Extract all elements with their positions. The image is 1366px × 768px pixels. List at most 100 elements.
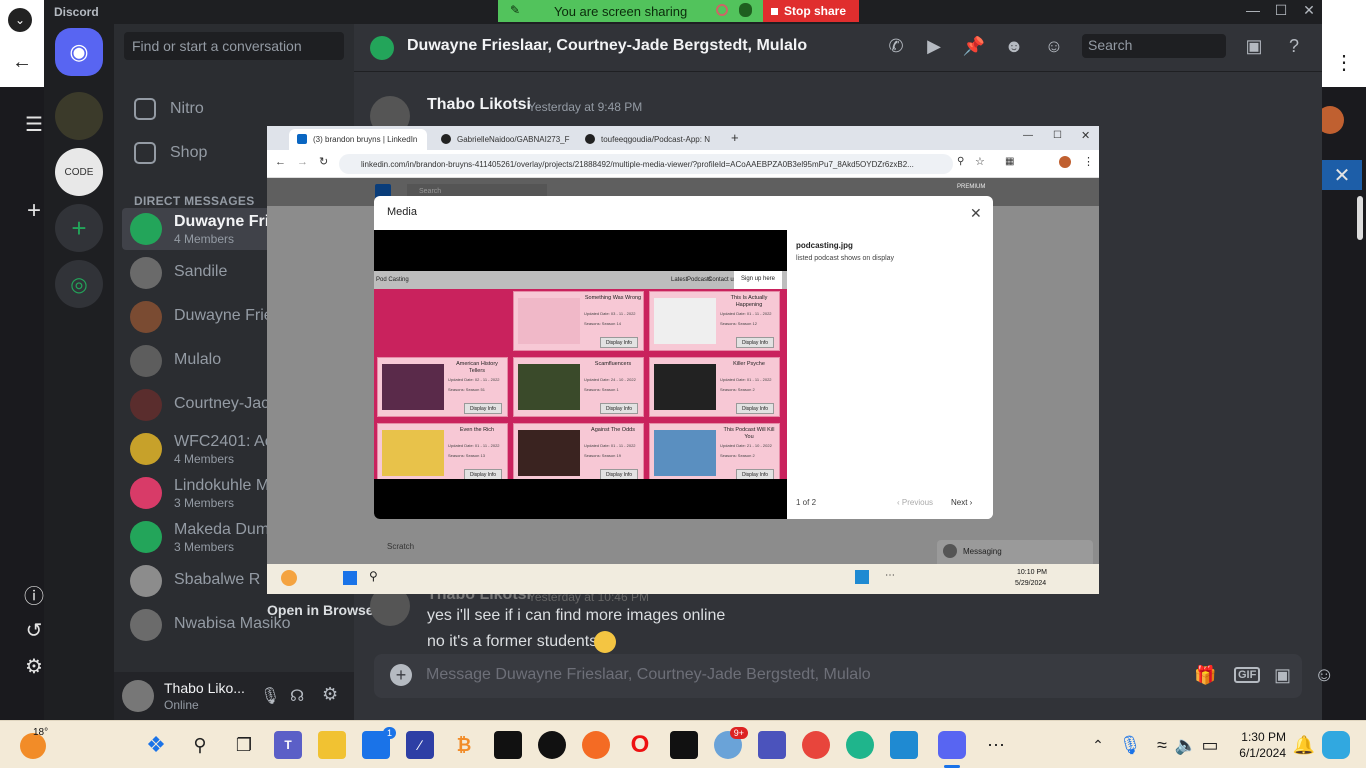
battery-icon[interactable]: ▭ bbox=[1196, 731, 1224, 759]
nav-nitro[interactable]: Nitro bbox=[134, 98, 204, 120]
start-icon[interactable]: ❖ bbox=[142, 731, 170, 759]
browser-minimize-button[interactable]: — bbox=[1023, 130, 1033, 141]
stop-share-button[interactable]: Stop share bbox=[763, 0, 859, 22]
close-panel-icon[interactable]: ✕ bbox=[1322, 160, 1362, 190]
browser-close-button[interactable]: ✕ bbox=[1081, 129, 1090, 142]
sticker-icon[interactable]: ▣ bbox=[1274, 665, 1291, 686]
open-in-browser-label[interactable]: Open in Browser bbox=[267, 602, 379, 618]
edge-icon[interactable] bbox=[846, 731, 874, 759]
copilot-icon[interactable] bbox=[1322, 731, 1350, 759]
forward-icon[interactable]: → bbox=[297, 156, 308, 168]
tray-chevron-icon[interactable]: ⌃ bbox=[1084, 731, 1112, 759]
task-view-icon[interactable]: ❐ bbox=[230, 731, 258, 759]
opera-icon[interactable]: O bbox=[626, 731, 654, 759]
back-arrow-icon[interactable]: ← bbox=[10, 50, 34, 74]
maximize-button[interactable]: ☐ bbox=[1267, 2, 1295, 22]
linkedin-messaging-bar[interactable]: Messaging bbox=[937, 540, 1093, 564]
video-icon[interactable]: ▶ bbox=[922, 36, 946, 60]
podcast-brand: Pod Casting bbox=[376, 277, 409, 283]
more-vertical-icon[interactable]: ⋮ bbox=[1332, 50, 1356, 74]
inner-start-icon[interactable] bbox=[343, 571, 357, 585]
inner-search-icon[interactable]: ⚲ bbox=[369, 569, 378, 583]
extensions-icon[interactable]: ▦ bbox=[1005, 156, 1014, 167]
browser-tab-github-1[interactable]: GabrielleNaidoo/GABNAI273_F bbox=[433, 129, 571, 150]
settings-icon[interactable]: ⚙ bbox=[22, 654, 46, 678]
chevron-down-icon[interactable]: ⌄ bbox=[8, 8, 32, 32]
weather-widget[interactable]: 18° bbox=[20, 727, 48, 759]
members-icon[interactable]: ☺ bbox=[1042, 36, 1066, 60]
headphones-icon[interactable]: ☊ bbox=[290, 686, 304, 706]
inner-more-icon[interactable]: ⋯ bbox=[885, 570, 895, 581]
reload-icon[interactable]: ↻ bbox=[319, 155, 328, 168]
bitcoin-icon[interactable]: ₿ bbox=[450, 731, 478, 759]
editor-icon[interactable]: ∕ bbox=[406, 731, 434, 759]
message-composer[interactable]: + Message Duwayne Frieslaar, Courtney-Ja… bbox=[374, 654, 1334, 698]
mic-icon[interactable]: 🎙 bbox=[260, 686, 280, 706]
discord-home-icon[interactable]: ◉ bbox=[55, 28, 103, 76]
nav-shop[interactable]: Shop bbox=[134, 142, 207, 164]
inner-vscode-icon[interactable] bbox=[855, 570, 869, 584]
previous-button[interactable]: ‹ Previous bbox=[897, 498, 933, 507]
gift-icon[interactable]: 🎁 bbox=[1194, 665, 1216, 686]
file-explorer-icon[interactable] bbox=[318, 731, 346, 759]
user-avatar[interactable] bbox=[122, 680, 154, 712]
browser-tab-linkedin[interactable]: (3) brandon bruyns | LinkedIn bbox=[289, 129, 427, 150]
browser-menu-icon[interactable]: ⋮ bbox=[1083, 155, 1094, 168]
close-button[interactable]: ✕ bbox=[1295, 2, 1323, 22]
bookmark-star-icon[interactable]: ☆ bbox=[975, 155, 985, 168]
new-tab-icon[interactable]: + bbox=[731, 130, 739, 145]
browser-tab-github-2[interactable]: toufeeqgoudia/Podcast-App: N bbox=[577, 129, 725, 150]
teams-new-icon[interactable] bbox=[758, 731, 786, 759]
clock[interactable]: 1:30 PM 6/1/2024 bbox=[1226, 729, 1286, 761]
notification-bell-icon[interactable]: 🔔 bbox=[1290, 731, 1318, 759]
more-apps-icon[interactable]: ⋯ bbox=[982, 731, 1010, 759]
history-icon[interactable]: ↺ bbox=[22, 618, 46, 642]
scrollbar[interactable] bbox=[1357, 196, 1363, 240]
message-author[interactable]: Thabo Likotsi bbox=[427, 96, 531, 114]
browser-maximize-button[interactable]: ☐ bbox=[1053, 130, 1062, 141]
vscode-icon[interactable] bbox=[890, 731, 918, 759]
server-icon-code[interactable]: CODE bbox=[55, 148, 103, 196]
emoji-icon[interactable]: ☺ bbox=[1314, 664, 1334, 687]
pause-icon[interactable] bbox=[716, 4, 728, 16]
grin-emoji-icon bbox=[594, 631, 616, 653]
terminal-icon[interactable] bbox=[670, 731, 698, 759]
help-circle-icon[interactable]: ? bbox=[1282, 36, 1306, 60]
minimize-button[interactable]: — bbox=[1239, 2, 1267, 22]
search-icon[interactable]: ⚲ bbox=[186, 731, 214, 759]
store-icon[interactable]: 1 bbox=[362, 727, 396, 759]
add-icon[interactable]: + bbox=[22, 197, 46, 224]
gif-icon[interactable]: GIF bbox=[1234, 667, 1261, 683]
attach-plus-icon[interactable]: + bbox=[390, 664, 412, 686]
next-button[interactable]: Next › bbox=[951, 498, 972, 507]
firefox-icon[interactable] bbox=[582, 731, 610, 759]
linkedin-premium-label[interactable]: PREMIUM bbox=[957, 184, 985, 190]
pencil-icon[interactable]: ✎ bbox=[510, 3, 520, 17]
discord-taskbar-icon[interactable] bbox=[938, 731, 966, 759]
podcast-card: This Is Actually Happening Updated Date: … bbox=[649, 291, 780, 351]
chrome-icon[interactable] bbox=[802, 731, 830, 759]
teams-icon[interactable]: T bbox=[274, 731, 302, 759]
add-server-icon[interactable]: + bbox=[55, 204, 103, 252]
inbox-icon[interactable]: ▣ bbox=[1242, 36, 1266, 60]
add-member-icon[interactable]: ☻ bbox=[1002, 36, 1026, 60]
menu-icon[interactable]: ☰ bbox=[22, 112, 46, 136]
back-icon[interactable]: ← bbox=[275, 156, 286, 168]
figma-icon[interactable] bbox=[494, 731, 522, 759]
modal-close-icon[interactable]: ✕ bbox=[970, 205, 982, 222]
inner-weather-icon[interactable] bbox=[281, 570, 297, 586]
zoom-icon[interactable]: ⚲ bbox=[957, 156, 964, 167]
call-icon[interactable]: ✆ bbox=[884, 36, 908, 60]
microphone-icon[interactable]: 🎙 bbox=[1116, 731, 1144, 759]
header-search-input[interactable]: Search bbox=[1082, 34, 1226, 58]
help-icon[interactable]: ⓘ bbox=[22, 582, 46, 608]
pin-icon[interactable]: 📌 bbox=[962, 36, 986, 60]
explore-icon[interactable]: ◎ bbox=[55, 260, 103, 308]
url-input[interactable]: linkedin.com/in/brandon-bruyns-411405261… bbox=[339, 154, 953, 174]
chrome-app-icon[interactable]: 9+ bbox=[714, 727, 748, 759]
profile-avatar[interactable] bbox=[1059, 156, 1071, 168]
github-icon[interactable] bbox=[538, 731, 566, 759]
user-settings-icon[interactable]: ⚙ bbox=[322, 684, 338, 705]
dm-search-input[interactable]: Find or start a conversation bbox=[124, 32, 344, 60]
server-icon-photo[interactable] bbox=[55, 92, 103, 140]
